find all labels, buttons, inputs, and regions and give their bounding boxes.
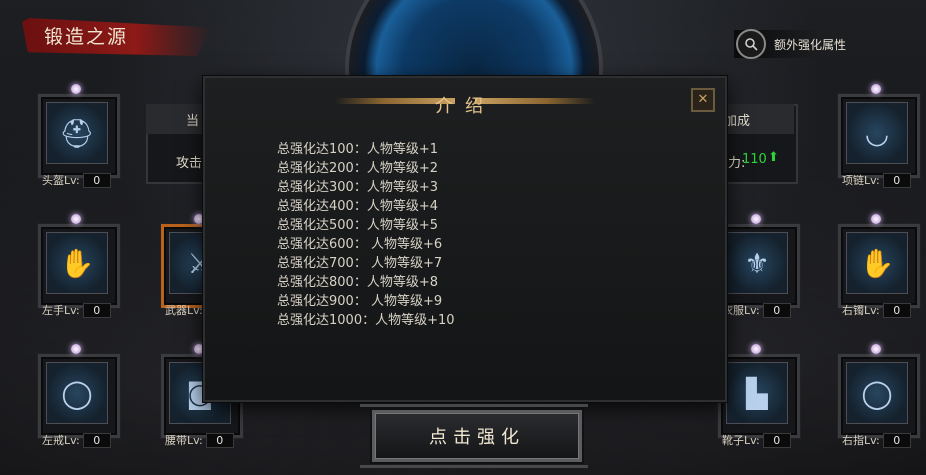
gem-icon: [71, 344, 81, 354]
gem-icon: [751, 214, 761, 224]
helmet-icon: ⛑: [46, 102, 108, 164]
extra-attributes-button[interactable]: 额外强化属性: [734, 29, 904, 59]
extra-attributes-label: 额外强化属性: [774, 37, 847, 52]
list-item: 总强化达200：人物等级+2: [277, 161, 438, 176]
slot-right-hand[interactable]: ✋ 右镯Lv: 0: [832, 214, 920, 318]
slot-level: 0: [882, 433, 911, 448]
list-item: 总强化达700： 人物等级+7: [277, 256, 443, 271]
page-title: 锻造之源: [44, 26, 129, 48]
slot-label: 衣服Lv:: [722, 304, 760, 317]
slot-left-hand[interactable]: ✋ 左手Lv: 0: [32, 214, 120, 318]
necklace-icon: ◡: [846, 102, 908, 164]
list-item: 总强化达500：人物等级+5: [277, 218, 438, 233]
slot-level: 0: [762, 303, 791, 318]
list-item: 总强化达400：人物等级+4: [277, 199, 438, 214]
slot-label: 左戒Lv:: [42, 434, 80, 447]
slot-level: 0: [82, 303, 111, 318]
strengthen-label: 点击强化: [429, 427, 525, 448]
slot-helmet[interactable]: ⛑ 头盔Lv: 0: [32, 84, 120, 188]
glove-icon: ✋: [46, 232, 108, 294]
list-item: 总强化达100：人物等级+1: [277, 142, 438, 157]
slot-label: 头盔Lv:: [42, 174, 80, 187]
ring-icon: ◯: [846, 362, 908, 424]
power-value: 110: [742, 152, 767, 167]
slot-left-ring[interactable]: ◯ 左戒Lv: 0: [32, 344, 120, 448]
slot-label: 左手Lv:: [42, 304, 80, 317]
slot-level: 0: [205, 433, 234, 448]
list-item: 总强化达800：人物等级+8: [277, 275, 438, 290]
boot-icon: ▙: [726, 362, 788, 424]
gem-icon: [871, 344, 881, 354]
slot-level: 0: [82, 433, 111, 448]
slot-label: 腰带Lv:: [165, 434, 203, 447]
list-item: 总强化达900： 人物等级+9: [277, 294, 443, 309]
list-item: 总强化达600： 人物等级+6: [277, 237, 443, 252]
gem-icon: [871, 214, 881, 224]
gem-icon: [871, 84, 881, 94]
slot-right-ring[interactable]: ◯ 右指Lv: 0: [832, 344, 920, 448]
slot-level: 0: [82, 173, 111, 188]
search-icon: [736, 29, 766, 59]
dialog-title: 介绍: [435, 96, 495, 117]
slot-label: 武器Lv:: [165, 304, 203, 317]
strengthen-button[interactable]: 点击强化: [372, 410, 582, 462]
bonus-heading: 加成: [724, 114, 751, 129]
list-item: 总强化达1000：人物等级+10: [277, 313, 455, 328]
slot-level: 0: [882, 303, 911, 318]
gem-icon: [71, 214, 81, 224]
close-button[interactable]: ✕: [691, 88, 715, 112]
attack-label: 攻击: [176, 156, 203, 171]
slot-label: 项链Lv:: [842, 174, 880, 187]
rules-list: 总强化达100：人物等级+1 总强化达200：人物等级+2 总强化达300：人物…: [277, 140, 455, 330]
bracelet-icon: ✋: [846, 232, 908, 294]
slot-level: 0: [762, 433, 791, 448]
list-item: 总强化达300：人物等级+3: [277, 180, 438, 195]
slot-label: 靴子Lv:: [722, 434, 760, 447]
ring-icon: ◯: [46, 362, 108, 424]
slot-label: 右指Lv:: [842, 434, 880, 447]
armor-icon: ⚜: [726, 232, 788, 294]
intro-dialog: 介绍 ✕ 总强化达100：人物等级+1 总强化达200：人物等级+2 总强化达3…: [203, 76, 727, 402]
gem-icon: [751, 344, 761, 354]
gem-icon: [71, 84, 81, 94]
up-arrow-icon: ⬆: [768, 150, 779, 165]
slot-level: 0: [882, 173, 911, 188]
slot-necklace[interactable]: ◡ 项链Lv: 0: [832, 84, 920, 188]
current-stats-heading: 当: [186, 114, 200, 129]
slot-label: 右镯Lv:: [842, 304, 880, 317]
